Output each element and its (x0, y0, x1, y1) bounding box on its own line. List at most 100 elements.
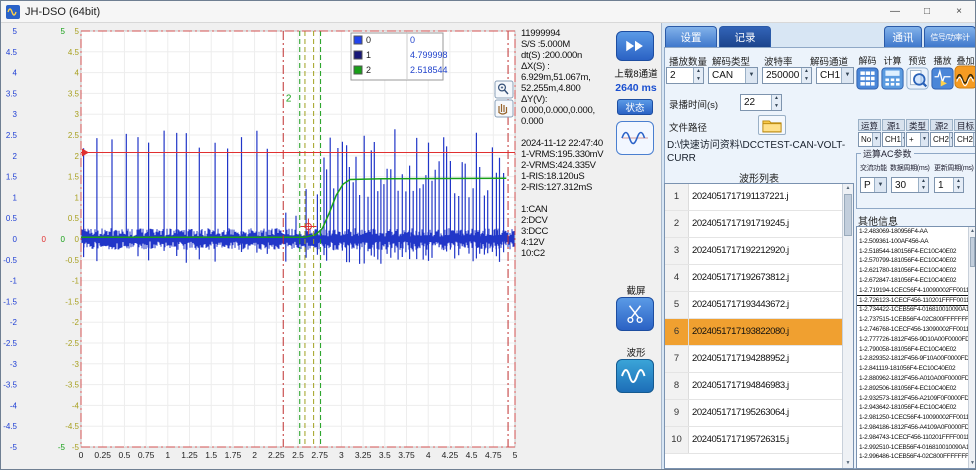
can-message-row[interactable]: 1-2.932573-1812F456-A2109F0F0000FD (857, 394, 969, 404)
ac-update-label: 更新周期(ms) (934, 163, 974, 173)
op-target-dropdown[interactable]: CH2▼ (954, 132, 976, 147)
measurement-line: 0.000,0.000,0.000, (521, 105, 611, 116)
screenshot-button[interactable] (616, 297, 654, 331)
can-message-row[interactable]: 1-2.790058-181056F4-EC10C40E02 (857, 345, 969, 355)
tab-comm[interactable]: 通讯 (884, 26, 922, 47)
can-message-row[interactable]: 1-2.984186-1812F456-A4109A0F0000FD (857, 423, 969, 433)
tab-record[interactable]: 记录 (719, 26, 771, 47)
wave-list-item[interactable]: 3 2024051717192212920.j (665, 238, 842, 265)
wave-list-item[interactable]: 7 2024051717194288952.j (665, 346, 842, 373)
chevron-down-icon[interactable]: ▼ (745, 68, 757, 83)
fast-forward-icon (624, 39, 646, 53)
wave-list-item[interactable]: 10 2024051717195726315.j (665, 427, 842, 454)
browse-folder-button[interactable] (758, 115, 786, 135)
can-message-row[interactable]: 1-2.509361-100AF456-AA (857, 237, 969, 247)
can-message-row[interactable]: 1-2.777726-1812F456-9D10A00F0000FD (857, 335, 969, 345)
play-button[interactable] (931, 67, 954, 90)
chevron-down-icon[interactable]: ▼ (920, 133, 928, 146)
stepper-arrows-icon[interactable]: ▲▼ (771, 95, 781, 110)
wave-list-scrollbar[interactable]: ▲▼ (842, 184, 853, 468)
play-count-stepper[interactable]: 2▲▼ (666, 67, 704, 84)
wave-list-item[interactable]: 8 2024051717194846983.j (665, 373, 842, 400)
stepper-arrows-icon[interactable]: ▲▼ (953, 178, 963, 192)
can-message-row[interactable]: 1-2.892506-181056F4-EC10C40E02 (857, 384, 969, 394)
status-button[interactable]: 状态 (617, 99, 653, 115)
baud-rate-stepper[interactable]: 250000▲▼ (762, 67, 812, 84)
can-message-row[interactable]: 1-2.726123-1CECF456-110201FFFF001100 (857, 296, 969, 306)
scroll-down-icon[interactable]: ▼ (843, 459, 853, 468)
can-message-row[interactable]: 1-2.570799-181056F4-EC10C40E02 (857, 256, 969, 266)
op-header-target: 目标 (954, 119, 976, 131)
chevron-down-icon[interactable]: ▼ (901, 133, 905, 146)
can-message-row[interactable]: 1-2.737515-1CEB56F4-02C800FFFFFFFFFF (857, 315, 969, 325)
status-waveform-button[interactable] (616, 121, 654, 155)
can-message-row[interactable]: 1-2.829352-1812F456-9F10A00F0000FD (857, 354, 969, 364)
can-message-row[interactable]: 1-2.518544-180156F4-EC10C40E02 (857, 247, 969, 257)
can-message-row[interactable]: 1-2.746768-1CECF456-13090002FF001100 (857, 325, 969, 335)
can-message-row[interactable]: 1-2.880962-1812F456-A010A00F0000FD (857, 374, 969, 384)
svg-text:-3: -3 (10, 360, 18, 369)
svg-text:1.75: 1.75 (225, 450, 242, 460)
scrollbar-thumb[interactable] (844, 194, 852, 236)
ac-func-dropdown[interactable]: P▼ (860, 177, 887, 193)
other-info-list[interactable]: 1-2.483069-180956F4-AA 1-2.509361-100AF4… (856, 226, 976, 469)
decode-channel-dropdown[interactable]: CH1▼ (816, 67, 854, 84)
preview-button[interactable] (906, 67, 929, 90)
svg-text:-5: -5 (58, 443, 66, 452)
decode-type-dropdown[interactable]: CAN▼ (708, 67, 758, 84)
svg-text:5: 5 (75, 27, 80, 36)
overlay-button[interactable] (954, 65, 976, 91)
ac-period-stepper[interactable]: 30▲▼ (891, 177, 929, 193)
waveform-button[interactable] (616, 359, 654, 393)
can-message-row[interactable]: 1-2.483069-180956F4-AA (857, 227, 969, 237)
can-message-row[interactable]: 1-2.672847-181056F4-EC10C40E02 (857, 276, 969, 286)
can-message-row[interactable]: 1-2.719194-1CEC56F4-10090002FF001100 (857, 286, 969, 296)
other-info-scrollbar[interactable]: ▲▼ (968, 227, 976, 468)
oscilloscope-plot[interactable]: 54.543.532.521.510.50-0.5-1-1.5-2-2.5-3-… (1, 23, 521, 469)
op-source2-dropdown[interactable]: CH2▼ (930, 132, 953, 147)
wave-list-item[interactable]: 9 2024051717195263064.j (665, 400, 842, 427)
can-message-row[interactable]: 1-2.996486-1CEB56F4-02C800FFFFFFFFFF (857, 452, 969, 462)
scroll-down-icon[interactable]: ▼ (969, 459, 976, 468)
chevron-down-icon[interactable]: ▼ (841, 68, 853, 83)
wave-list-item[interactable]: 2 2024051717191719245.j (665, 211, 842, 238)
ac-update-stepper[interactable]: 1▲▼ (934, 177, 964, 193)
wave-list-filename: 2024051717193822080.j (689, 319, 842, 345)
record-time-stepper[interactable]: 22▲▼ (740, 94, 782, 111)
op-type-dropdown[interactable]: +▼ (906, 132, 929, 147)
tab-settings[interactable]: 设置 (665, 26, 717, 47)
decode-button[interactable] (856, 67, 879, 90)
wave-list-item[interactable]: 1 2024051717191137221.j (665, 184, 842, 211)
calculate-button[interactable] (881, 67, 904, 90)
maximize-button[interactable]: □ (911, 1, 943, 22)
scroll-up-icon[interactable]: ▲ (969, 227, 976, 236)
can-message-row[interactable]: 1-2.734422-1CEB56F4-016810010090A15A (857, 305, 969, 315)
overlay-wave-icon (954, 65, 976, 89)
chevron-down-icon[interactable]: ▼ (872, 133, 880, 146)
can-message-row[interactable]: 1-2.984743-1CECF456-110201FFFF001100 (857, 433, 969, 443)
op-source1-dropdown[interactable]: CH1▼ (882, 132, 905, 147)
wave-list-item[interactable]: 6 2024051717193822080.j (665, 319, 842, 346)
scroll-up-icon[interactable]: ▲ (843, 184, 853, 193)
tab-signal-power[interactable]: 信号/功率计 (924, 26, 976, 47)
stepper-arrows-icon[interactable]: ▲▼ (801, 68, 811, 83)
can-message-row[interactable]: 1-2.981250-1CEC56F4-10090002FF001100 (857, 413, 969, 423)
record-time-label: 录播时间(s) (669, 97, 718, 111)
can-message-row[interactable]: 1-2.841119-181056F4-EC10C40E02 (857, 364, 969, 374)
can-message-row[interactable]: 1-2.992510-1CEB56F4-016810010090A15A (857, 443, 969, 453)
stepper-arrows-icon[interactable]: ▲▼ (693, 68, 703, 83)
chevron-down-icon[interactable]: ▼ (949, 133, 953, 146)
waveform-list[interactable]: 1 2024051717191137221.j 2 20240517171917… (664, 183, 854, 469)
close-button[interactable]: × (943, 1, 975, 22)
wave-list-filename: 2024051717192212920.j (689, 238, 842, 264)
scrollbar-thumb[interactable] (970, 237, 975, 267)
minimize-button[interactable]: — (879, 1, 911, 22)
wave-list-item[interactable]: 5 2024051717193443672.j (665, 292, 842, 319)
fast-forward-button[interactable] (616, 31, 654, 61)
op-operation-dropdown[interactable]: No▼ (858, 132, 881, 147)
wave-list-item[interactable]: 4 2024051717192673812.j (665, 265, 842, 292)
stepper-arrows-icon[interactable]: ▲▼ (918, 178, 928, 192)
chevron-down-icon[interactable]: ▼ (874, 178, 886, 192)
can-message-row[interactable]: 1-2.943642-181056F4-EC10C40E02 (857, 403, 969, 413)
can-message-row[interactable]: 1-2.621780-181056F4-EC10C40E02 (857, 266, 969, 276)
